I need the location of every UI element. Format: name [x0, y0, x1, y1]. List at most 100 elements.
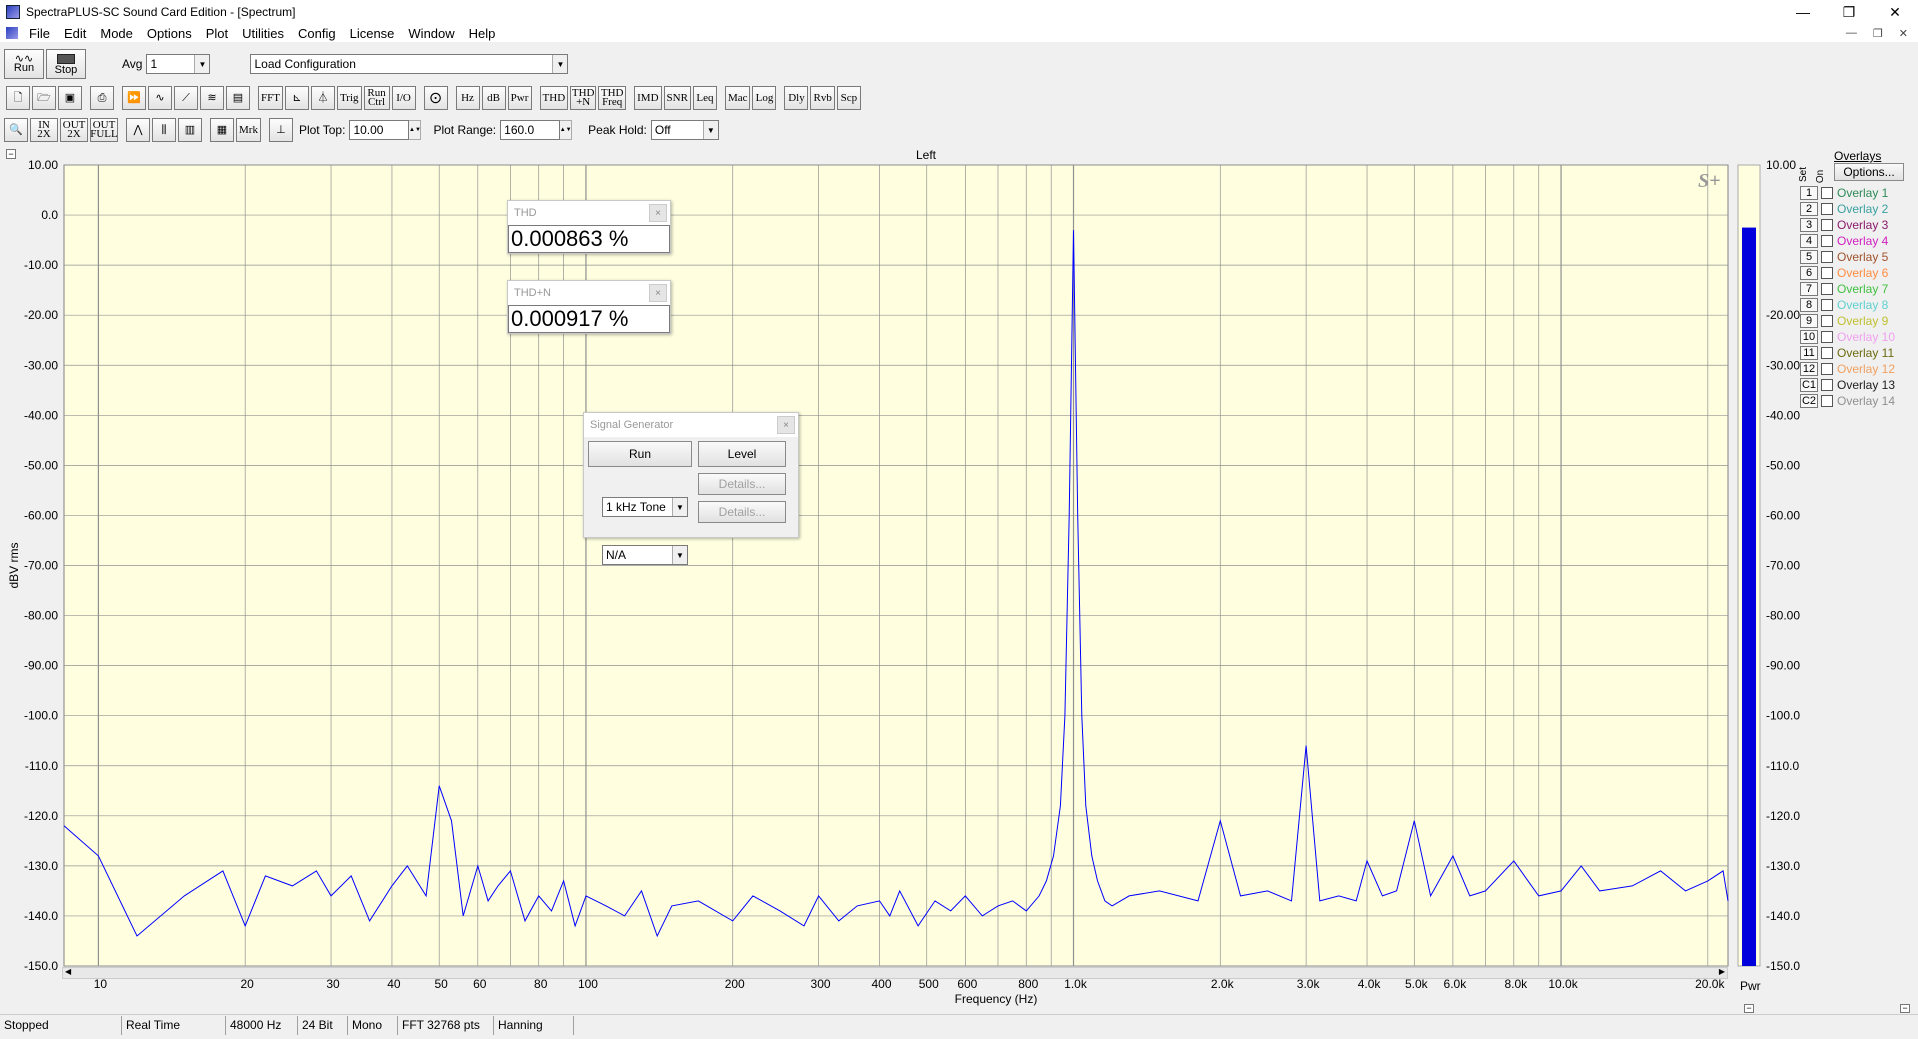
siggen-wave2-select[interactable]: N/A ▼	[602, 545, 688, 565]
stop-button[interactable]: Stop	[46, 49, 86, 79]
run-ctrl-button[interactable]: Run Ctrl	[363, 86, 390, 110]
collapse-icon[interactable]: −	[6, 149, 16, 159]
overlay-set-button[interactable]: 11	[1800, 346, 1818, 360]
snr-button[interactable]: SNR	[663, 86, 691, 110]
overlay-collapse-icon[interactable]: −	[1900, 1004, 1910, 1013]
rvb-button[interactable]: Rvb	[810, 86, 835, 110]
overlay-set-button[interactable]: 4	[1800, 234, 1818, 248]
overlay-checkbox[interactable]	[1821, 331, 1833, 343]
zoom-out-full-button[interactable]: OUT FULL	[90, 118, 118, 142]
overlay-name[interactable]: Overlay 12	[1837, 362, 1895, 376]
line-plot-icon[interactable]: ⋀	[126, 118, 150, 142]
waterfall-icon[interactable]: ≋	[200, 86, 224, 110]
overlay-checkbox[interactable]	[1821, 347, 1833, 359]
cursor-icon[interactable]: ⊥	[268, 118, 293, 142]
overlay-name[interactable]: Overlay 14	[1837, 394, 1895, 408]
menu-mode[interactable]: Mode	[93, 26, 140, 41]
overlay-checkbox[interactable]	[1821, 251, 1833, 263]
overlay-name[interactable]: Overlay 5	[1837, 250, 1888, 264]
run-button[interactable]: ∿∿ Run	[4, 49, 44, 79]
overlay-set-button[interactable]: 1	[1800, 186, 1818, 200]
dly-button[interactable]: Dly	[784, 86, 809, 110]
overlay-set-button[interactable]: C1	[1800, 378, 1818, 392]
siggen-run-button[interactable]: Run	[588, 441, 692, 467]
list-icon[interactable]: ▦	[210, 118, 234, 142]
overlay-set-button[interactable]: 10	[1800, 330, 1818, 344]
overlay-checkbox[interactable]	[1821, 187, 1833, 199]
overlay-checkbox[interactable]	[1821, 267, 1833, 279]
scroll-right-icon[interactable]: ▶	[1719, 967, 1725, 976]
trig-button[interactable]: Trig	[336, 86, 362, 110]
spectrogram-icon[interactable]: ▤	[226, 86, 250, 110]
overlay-set-button[interactable]: 6	[1800, 266, 1818, 280]
zoom-out-2x-button[interactable]: OUT 2X	[60, 118, 88, 142]
overlay-set-button[interactable]: 12	[1800, 362, 1818, 376]
overlay-name[interactable]: Overlay 6	[1837, 266, 1888, 280]
overlay-name[interactable]: Overlay 1	[1837, 186, 1888, 200]
thd-button[interactable]: THD	[539, 86, 569, 110]
hz-button[interactable]: Hz	[455, 86, 480, 110]
new-file-icon[interactable]: 🗋	[6, 86, 30, 110]
overlay-name[interactable]: Overlay 8	[1837, 298, 1888, 312]
scp-button[interactable]: Scp	[836, 86, 861, 110]
close-icon[interactable]: ×	[649, 204, 667, 222]
siggen-level-button[interactable]: Level	[698, 441, 786, 467]
menu-file[interactable]: File	[22, 26, 57, 41]
menu-plot[interactable]: Plot	[199, 26, 235, 41]
siggen-details-button-1[interactable]: Details...	[698, 473, 786, 495]
pwr-button[interactable]: Pwr	[507, 86, 532, 110]
overlay-name[interactable]: Overlay 11	[1837, 346, 1894, 360]
overlay-name[interactable]: Overlay 2	[1837, 202, 1888, 216]
overlay-set-button[interactable]: 7	[1800, 282, 1818, 296]
print-icon[interactable]: ⎙	[90, 86, 114, 110]
menu-license[interactable]: License	[343, 26, 402, 41]
ramp-icon[interactable]: ⟋	[174, 86, 198, 110]
overlay-set-button[interactable]: 8	[1800, 298, 1818, 312]
menu-config[interactable]: Config	[291, 26, 343, 41]
mdi-close-button[interactable]: ✕	[1899, 27, 1908, 40]
siggen-details-button-2[interactable]: Details...	[698, 501, 786, 523]
overlay-set-button[interactable]: 2	[1800, 202, 1818, 216]
leq-button[interactable]: Leq	[692, 86, 717, 110]
thd-window[interactable]: THD × 0.000863 %	[507, 200, 671, 254]
close-icon[interactable]: ×	[777, 416, 795, 434]
close-button[interactable]: ✕	[1872, 0, 1918, 24]
fft-button[interactable]: FFT	[258, 86, 283, 110]
overlay-set-button[interactable]: 5	[1800, 250, 1818, 264]
open-folder-icon[interactable]: 🗁	[32, 86, 56, 110]
overlay-set-button[interactable]: C2	[1800, 394, 1818, 408]
save-icon[interactable]: ▣	[58, 86, 82, 110]
overlay-name[interactable]: Overlay 4	[1837, 234, 1888, 248]
menu-options[interactable]: Options	[140, 26, 199, 41]
menu-utilities[interactable]: Utilities	[235, 26, 291, 41]
overlay-checkbox[interactable]	[1821, 315, 1833, 327]
overlay-checkbox[interactable]	[1821, 363, 1833, 375]
avg-select[interactable]: 1 ▼	[146, 54, 211, 74]
thdn-button[interactable]: THD +N	[570, 86, 597, 110]
overlay-set-button[interactable]: 9	[1800, 314, 1818, 328]
overlay-name[interactable]: Overlay 3	[1837, 218, 1888, 232]
close-icon[interactable]: ×	[649, 284, 667, 302]
app-icon[interactable]	[6, 5, 20, 19]
marker-button[interactable]: Mrk	[236, 118, 261, 142]
spectrum-plot[interactable]: 10.00 0.0 -10.00 -20.00 -30.00 -40.00 -50.00 -6…	[0, 147, 1918, 1013]
minimize-button[interactable]: —	[1780, 0, 1826, 24]
overlay-checkbox[interactable]	[1821, 395, 1833, 407]
overlay-checkbox[interactable]	[1821, 235, 1833, 247]
generator-icon[interactable]: ⊙	[423, 86, 448, 110]
overlay-checkbox[interactable]	[1821, 283, 1833, 295]
peak-hold-select[interactable]: Off ▼	[650, 120, 719, 140]
thd-freq-button[interactable]: THD Freq	[598, 86, 627, 110]
horizontal-scrollbar[interactable]: ◀ ▶	[62, 967, 1728, 979]
config-select[interactable]: Load Configuration ▼	[250, 54, 569, 74]
signal-generator-window[interactable]: Signal Generator × Run Level 1 kHz Tone ▼ …	[583, 412, 799, 565]
imd-button[interactable]: IMD	[634, 86, 662, 110]
zoom-icon[interactable]: 🔍	[4, 118, 28, 142]
overlay-checkbox[interactable]	[1821, 379, 1833, 391]
mdi-minimize-button[interactable]: —	[1846, 27, 1857, 40]
meter-collapse-icon[interactable]: −	[1744, 1004, 1754, 1013]
overlays-options-button[interactable]: Options...	[1834, 163, 1904, 181]
overlay-checkbox[interactable]	[1821, 203, 1833, 215]
overlay-name[interactable]: Overlay 10	[1837, 330, 1895, 344]
record-icon[interactable]: ⏩	[122, 86, 146, 110]
